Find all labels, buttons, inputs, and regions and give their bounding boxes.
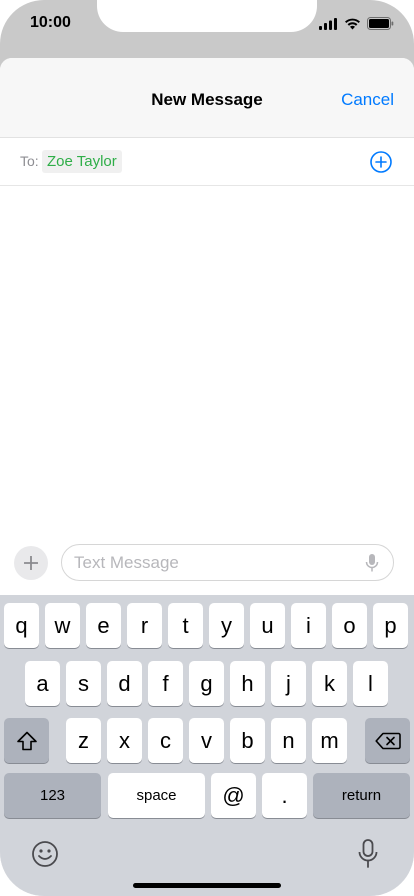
key-p[interactable]: p	[373, 603, 408, 648]
key-g[interactable]: g	[189, 661, 224, 706]
phone-screen: 10:00 New Message Cancel To: Zoe Taylor …	[0, 0, 414, 896]
status-time: 10:00	[30, 14, 71, 31]
key-s[interactable]: s	[66, 661, 101, 706]
add-contact-icon[interactable]	[370, 151, 392, 173]
key-e[interactable]: e	[86, 603, 121, 648]
key-i[interactable]: i	[291, 603, 326, 648]
key-w[interactable]: w	[45, 603, 80, 648]
shift-key[interactable]	[4, 718, 49, 763]
key-a[interactable]: a	[25, 661, 60, 706]
shift-icon	[16, 731, 37, 750]
key-z[interactable]: z	[66, 718, 101, 763]
home-indicator[interactable]	[133, 883, 281, 888]
at-key[interactable]: @	[211, 773, 256, 818]
key-l[interactable]: l	[353, 661, 388, 706]
period-key[interactable]: .	[262, 773, 307, 818]
key-q[interactable]: q	[4, 603, 39, 648]
backspace-icon	[374, 732, 401, 749]
key-j[interactable]: j	[271, 661, 306, 706]
status-bar: 10:00	[0, 0, 414, 58]
navigation-bar: New Message Cancel	[0, 58, 414, 138]
key-k[interactable]: k	[312, 661, 347, 706]
new-message-sheet: New Message Cancel To: Zoe Taylor Text M…	[0, 58, 414, 896]
space-key[interactable]: space	[108, 773, 205, 818]
status-icons	[319, 17, 394, 30]
emoji-icon[interactable]	[31, 840, 59, 868]
delete-key[interactable]	[365, 718, 410, 763]
message-input[interactable]	[61, 544, 394, 581]
key-b[interactable]: b	[230, 718, 265, 763]
battery-icon	[367, 17, 394, 30]
numbers-key[interactable]: 123	[4, 773, 101, 818]
key-r[interactable]: r	[127, 603, 162, 648]
key-f[interactable]: f	[148, 661, 183, 706]
key-d[interactable]: d	[107, 661, 142, 706]
apps-button[interactable]	[14, 546, 48, 580]
cancel-button[interactable]: Cancel	[341, 90, 394, 110]
key-o[interactable]: o	[332, 603, 367, 648]
cellular-signal-icon	[319, 17, 337, 30]
plus-icon	[24, 556, 38, 570]
key-x[interactable]: x	[107, 718, 142, 763]
key-c[interactable]: c	[148, 718, 183, 763]
recipient-row: To: Zoe Taylor	[0, 138, 414, 186]
key-n[interactable]: n	[271, 718, 306, 763]
key-y[interactable]: y	[209, 603, 244, 648]
key-v[interactable]: v	[189, 718, 224, 763]
wifi-icon	[345, 18, 360, 29]
compose-bar	[0, 544, 414, 594]
keyboard: q w e r t y u i o p a s d f g h j k l z …	[0, 595, 414, 896]
key-t[interactable]: t	[168, 603, 203, 648]
microphone-icon[interactable]	[358, 839, 378, 869]
to-label: To:	[20, 153, 39, 169]
return-key[interactable]: return	[313, 773, 410, 818]
key-m[interactable]: m	[312, 718, 347, 763]
recipient-chip[interactable]: Zoe Taylor	[42, 150, 122, 173]
key-h[interactable]: h	[230, 661, 265, 706]
notch	[97, 0, 317, 32]
dictation-mic-icon[interactable]	[365, 553, 379, 573]
key-u[interactable]: u	[250, 603, 285, 648]
